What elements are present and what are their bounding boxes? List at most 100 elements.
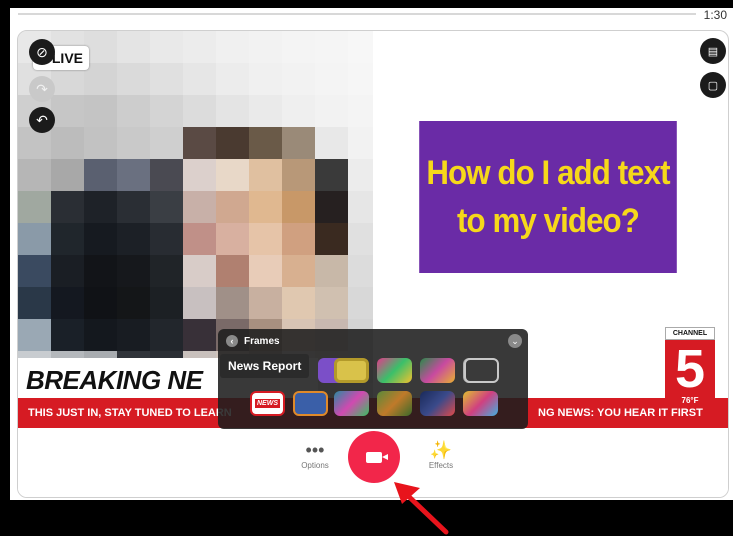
ban-button[interactable]: ⊘ [29, 39, 55, 65]
preview-pixel [348, 191, 373, 223]
preview-pixel [348, 31, 373, 63]
preview-pixel [84, 191, 117, 223]
channel-logo-temp: 76°F [665, 395, 715, 407]
channel-logo-number: 5 [665, 340, 715, 398]
app-window: 1:30 LIVE ⊘ ↷ ↶ ▤ ▢ How do I add text to… [10, 8, 733, 500]
frame-thumb-balloons[interactable] [463, 391, 498, 416]
preview-pixel [183, 287, 216, 319]
preview-pixel [51, 319, 84, 351]
frame-thumb-rainbow[interactable] [377, 358, 412, 383]
text-callout[interactable]: How do I add text to my video? [419, 121, 677, 273]
preview-pixel [150, 223, 183, 255]
preview-pixel [216, 223, 249, 255]
preview-pixel [348, 95, 373, 127]
preview-pixel [249, 191, 282, 223]
preview-pixel [249, 255, 282, 287]
preview-pixel [249, 127, 282, 159]
preview-pixel [18, 319, 51, 351]
timeline-track[interactable] [18, 13, 696, 15]
preview-pixel [183, 63, 216, 95]
preview-pixel [216, 191, 249, 223]
preview-pixel [282, 63, 315, 95]
preview-pixel [150, 255, 183, 287]
frame-thumb-blue-orange[interactable] [293, 391, 328, 416]
preview-pixel [150, 127, 183, 159]
frame-thumb-flowers[interactable] [420, 358, 455, 383]
preview-pixel [117, 31, 150, 63]
record-button[interactable] [348, 431, 400, 483]
book-button[interactable]: ▤ [700, 38, 726, 64]
preview-pixel [348, 63, 373, 95]
preview-pixel [183, 255, 216, 287]
frames-title: Frames [244, 335, 280, 347]
preview-pixel [216, 159, 249, 191]
frame-thumb-tv[interactable] [464, 358, 499, 383]
preview-pixel [150, 95, 183, 127]
preview-pixel [117, 255, 150, 287]
preview-pixel [249, 159, 282, 191]
frame-thumb-gold[interactable] [334, 358, 369, 383]
preview-pixel [150, 31, 183, 63]
preview-pixel [315, 223, 348, 255]
chat-icon: ▢ [707, 79, 719, 92]
chevron-down-icon[interactable]: ⌄ [508, 334, 522, 348]
preview-pixel [249, 95, 282, 127]
back-icon[interactable]: ‹ [226, 335, 238, 347]
preview-pixel [150, 63, 183, 95]
preview-pixel [84, 127, 117, 159]
preview-pixel [183, 95, 216, 127]
preview-pixel [117, 223, 150, 255]
preview-pixel [117, 95, 150, 127]
preview-pixel [150, 159, 183, 191]
live-label: LIVE [51, 50, 83, 66]
preview-pixel [282, 287, 315, 319]
preview-pixel [51, 287, 84, 319]
preview-pixel [51, 191, 84, 223]
effects-label: Effects [428, 461, 454, 470]
preview-pixel [216, 287, 249, 319]
preview-pixel [249, 31, 282, 63]
preview-pixel [282, 127, 315, 159]
preview-pixel [18, 223, 51, 255]
preview-pixel [84, 287, 117, 319]
preview-pixel [117, 159, 150, 191]
callout-line-2: to my video? [457, 202, 640, 240]
effects-button[interactable]: ✨ Effects [419, 439, 463, 470]
preview-pixel [348, 159, 373, 191]
options-button[interactable]: ••• Options [293, 439, 337, 470]
preview-pixel [150, 319, 183, 351]
redo-button[interactable]: ↷ [29, 76, 55, 102]
preview-pixel [216, 255, 249, 287]
preview-pixel [216, 127, 249, 159]
preview-pixel [282, 159, 315, 191]
preview-pixel [51, 127, 84, 159]
undo-icon: ↶ [36, 111, 48, 128]
preview-pixel [84, 95, 117, 127]
frame-thumb-night[interactable] [420, 391, 455, 416]
preview-pixel [150, 287, 183, 319]
preview-pixel [117, 287, 150, 319]
preview-pixel [183, 319, 216, 351]
preview-pixel [51, 159, 84, 191]
frame-tooltip: News Report [220, 354, 310, 378]
frame-thumb-confetti[interactable] [334, 391, 369, 416]
chat-button[interactable]: ▢ [700, 72, 726, 98]
undo-button[interactable]: ↶ [29, 107, 55, 133]
frame-thumb-news[interactable]: NEWS [250, 391, 285, 416]
preview-pixel [183, 159, 216, 191]
frame-thumb-forest[interactable] [377, 391, 412, 416]
preview-pixel [84, 63, 117, 95]
magic-wand-icon: ✨ [429, 440, 453, 460]
preview-pixel [282, 95, 315, 127]
preview-pixel [84, 223, 117, 255]
dots-icon: ••• [305, 440, 325, 460]
preview-pixel [51, 95, 84, 127]
timer-label: 1:30 [703, 8, 727, 22]
preview-pixel [84, 319, 117, 351]
preview-pixel [18, 287, 51, 319]
preview-pixel [117, 63, 150, 95]
callout-line-1: How do I add text [426, 154, 670, 192]
preview-pixel [84, 159, 117, 191]
frame-thumb-news-label: NEWS [255, 399, 280, 408]
preview-pixel [315, 31, 348, 63]
